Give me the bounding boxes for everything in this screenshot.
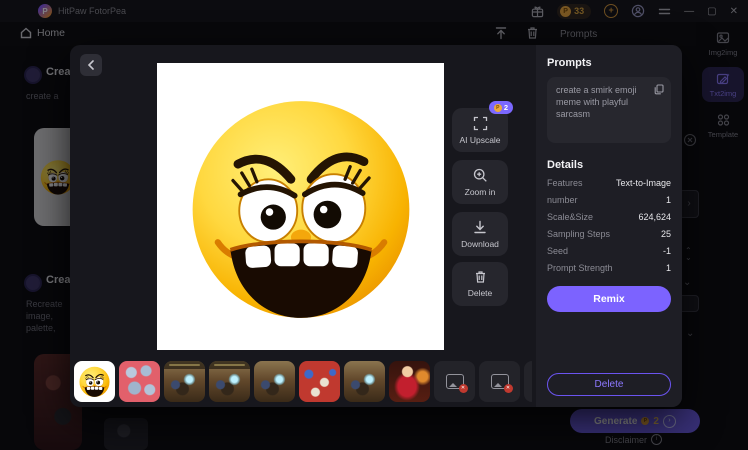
thumbnail-mine-banner[interactable]	[209, 361, 250, 402]
details-heading: Details	[547, 159, 584, 171]
thumbnail-mine[interactable]	[254, 361, 295, 402]
ai-upscale-button[interactable]: P 2 AI Upscale	[452, 101, 513, 152]
emoji-image	[175, 81, 427, 333]
thumbnail-placeholder[interactable]	[434, 361, 475, 402]
thumbnail-mine[interactable]	[344, 361, 385, 402]
prompts-heading: Prompts	[547, 57, 592, 69]
detail-row: Seed -1	[547, 246, 671, 256]
detail-row: Sampling Steps 25	[547, 229, 671, 239]
emoji-thumbnail-image	[77, 364, 112, 399]
broken-image-icon	[490, 374, 513, 393]
thumbnail-placeholder[interactable]	[524, 361, 532, 402]
prompt-text-box[interactable]: create a smirk emoji meme with playful s…	[547, 77, 671, 143]
details-panel: Prompts create a smirk emoji meme with p…	[536, 45, 682, 407]
image-detail-modal: P 2 AI Upscale Zoom in Download Delete P…	[70, 45, 682, 407]
chevron-left-icon	[87, 60, 94, 70]
thumbnail-cartoon-red[interactable]	[299, 361, 340, 402]
detail-row: number 1	[547, 195, 671, 205]
download-button[interactable]: Download	[452, 212, 508, 256]
copy-icon[interactable]	[654, 84, 664, 98]
delete-image-button[interactable]: Delete	[452, 262, 508, 306]
trash-icon	[475, 271, 485, 283]
thumbnail-strip	[74, 361, 532, 403]
remix-button[interactable]: Remix	[547, 286, 671, 312]
app-window: P HitPaw FotorPea P 33 + — ▢ ✕ Home	[0, 0, 748, 450]
main-image	[157, 63, 444, 350]
thumbnail-emoji[interactable]	[74, 361, 115, 402]
broken-image-icon	[445, 374, 468, 393]
back-button[interactable]	[80, 54, 102, 76]
thumbnail-mine-banner[interactable]	[164, 361, 205, 402]
detail-row: Scale&Size 624,624	[547, 212, 671, 222]
detail-row: Prompt Strength 1	[547, 263, 671, 273]
delete-creation-button[interactable]: Delete	[547, 373, 671, 396]
coin-icon: P	[493, 103, 502, 112]
zoom-in-icon	[473, 168, 487, 182]
thumbnail-robots[interactable]	[119, 361, 160, 402]
upscale-cost-badge: P 2	[488, 101, 513, 114]
thumbnail-woman[interactable]	[389, 361, 430, 402]
detail-row: Features Text-to-Image	[547, 178, 671, 188]
download-icon	[474, 220, 486, 233]
zoom-in-button[interactable]: Zoom in	[452, 160, 508, 204]
thumbnail-placeholder[interactable]	[479, 361, 520, 402]
prompt-text: create a smirk emoji meme with playful s…	[556, 85, 637, 119]
upscale-icon	[473, 116, 487, 130]
